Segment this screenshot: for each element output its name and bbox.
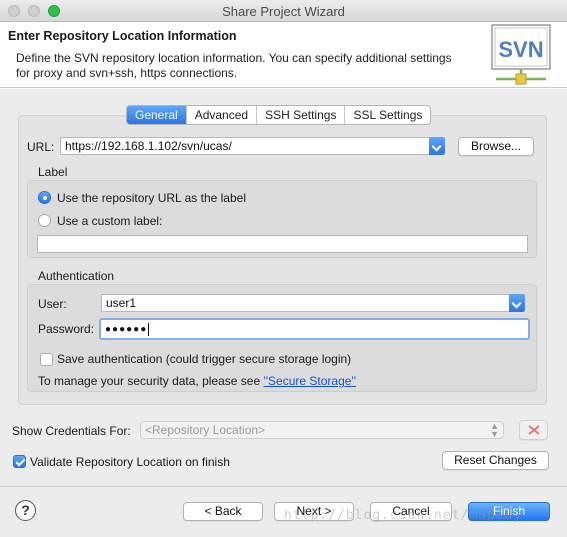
header-description: Define the SVN repository location infor… — [16, 51, 452, 80]
radio-use-repo-url[interactable] — [38, 191, 51, 204]
svn-logo-icon: SVN — [491, 24, 551, 85]
user-value: user1 — [106, 296, 137, 310]
user-combo[interactable]: user1 — [101, 294, 525, 312]
secure-storage-link[interactable]: ''Secure Storage'' — [263, 374, 356, 388]
watermark-text: http://blog.csdn.net/mapedy — [284, 508, 523, 523]
url-dropdown-icon[interactable] — [429, 137, 445, 155]
back-button[interactable]: < Back — [183, 502, 263, 521]
delete-credentials-button[interactable] — [519, 420, 548, 440]
url-value: https://192.168.1.102/svn/ucas/ — [65, 139, 232, 153]
tab-advanced[interactable]: Advanced — [187, 106, 258, 124]
title-bar: Share Project Wizard — [0, 0, 567, 22]
tab-ssh-settings[interactable]: SSH Settings — [257, 106, 346, 124]
tab-ssl-settings[interactable]: SSL Settings — [345, 106, 430, 124]
show-credentials-label: Show Credentials For: — [12, 424, 131, 438]
svn-logo-text: SVN — [498, 37, 543, 62]
credentials-select-value: <Repository Location> — [145, 423, 266, 437]
credentials-select[interactable]: <Repository Location> ▲ ▼ — [140, 421, 504, 439]
select-arrows-icon: ▲ ▼ — [490, 421, 499, 439]
text-cursor — [148, 322, 150, 336]
radio-use-repo-url-label[interactable]: Use the repository URL as the label — [57, 191, 246, 205]
save-auth-label[interactable]: Save authentication (could trigger secur… — [57, 352, 351, 366]
security-note-text: To manage your security data, please see — [38, 374, 264, 388]
user-label: User: — [38, 297, 67, 311]
footer-separator — [0, 486, 567, 487]
password-value: ●●●●●● — [105, 324, 148, 335]
help-icon: ? — [21, 502, 30, 518]
save-auth-checkbox[interactable] — [40, 353, 53, 366]
validate-checkbox[interactable] — [13, 455, 26, 468]
reset-changes-button[interactable]: Reset Changes — [442, 451, 549, 470]
header-title: Enter Repository Location Information — [8, 29, 237, 43]
settings-tabs: General Advanced SSH Settings SSL Settin… — [126, 105, 432, 125]
label-group-title: Label — [38, 165, 68, 179]
browse-button[interactable]: Browse... — [458, 137, 534, 156]
password-field[interactable]: ●●●●●● — [99, 318, 530, 340]
security-note: To manage your security data, please see… — [38, 374, 356, 388]
url-combo[interactable]: https://192.168.1.102/svn/ucas/ — [60, 137, 445, 155]
delete-icon — [527, 425, 540, 435]
password-label: Password: — [38, 322, 95, 336]
help-button[interactable]: ? — [15, 500, 36, 521]
custom-label-input[interactable] — [37, 235, 528, 253]
radio-use-custom-label[interactable] — [38, 214, 51, 227]
tab-general[interactable]: General — [127, 106, 187, 124]
wizard-header: Enter Repository Location Information De… — [0, 22, 567, 88]
window-title: Share Project Wizard — [222, 4, 345, 19]
user-dropdown-icon[interactable] — [509, 294, 525, 312]
validate-label[interactable]: Validate Repository Location on finish — [30, 455, 230, 469]
auth-group-title: Authentication — [38, 269, 115, 283]
radio-use-custom-label-label[interactable]: Use a custom label: — [57, 214, 162, 228]
url-label: URL: — [27, 140, 55, 154]
